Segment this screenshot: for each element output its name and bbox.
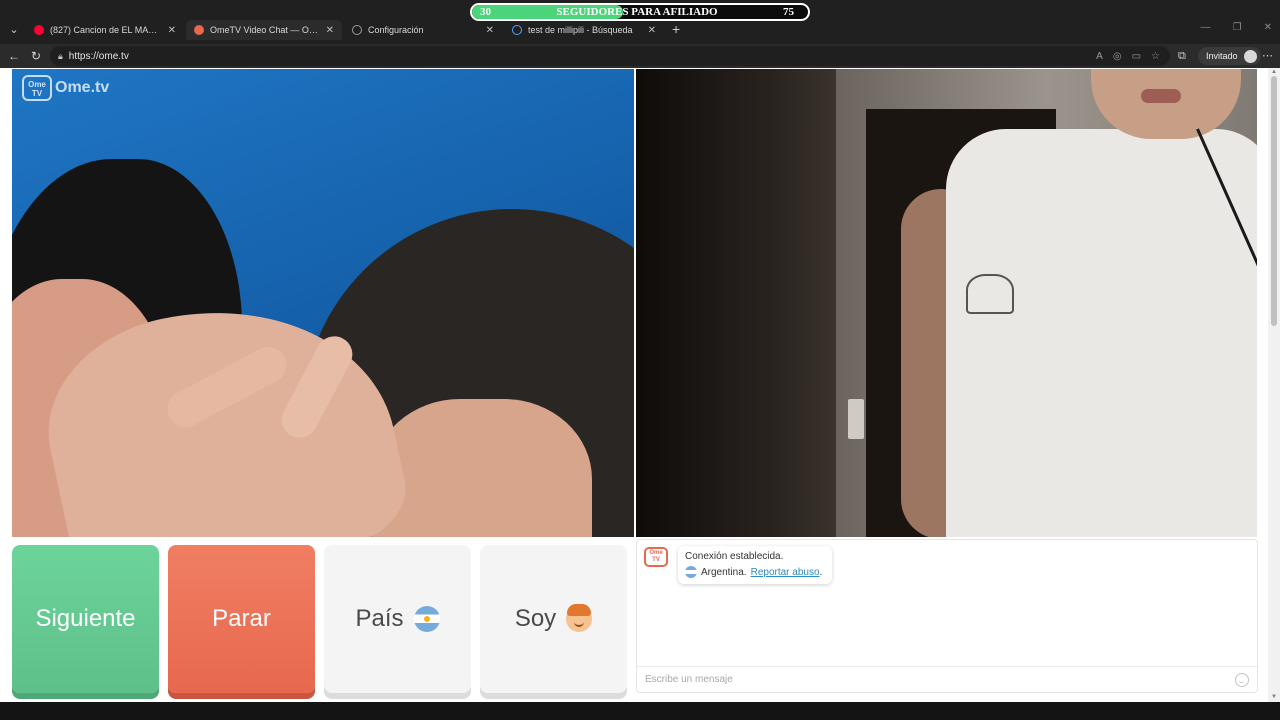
stop-button[interactable]: Parar	[168, 545, 315, 693]
bottom-strip	[0, 702, 1280, 720]
stop-button-label: Parar	[212, 605, 271, 632]
report-abuse-link[interactable]: Reportar abuso	[751, 567, 820, 578]
tab-list-chevron-icon[interactable]: ⌄	[6, 22, 22, 38]
maximize-icon[interactable]: ❐	[1233, 22, 1242, 33]
more-options-icon[interactable]: ⋯	[1262, 49, 1273, 62]
message-input[interactable]	[645, 674, 1235, 685]
new-tab-plus-icon[interactable]: +	[672, 21, 680, 37]
gear-icon	[352, 25, 362, 35]
page-scrollbar[interactable]: ▲ ▼	[1268, 68, 1280, 702]
tab-bar: ⌄ (827) Cancion de EL MARGINAL (C ✕ OmeT…	[0, 0, 1280, 44]
ometv-logo-mark: Ome TV	[22, 75, 52, 101]
self-camera-video	[636, 69, 1257, 537]
tab-label: (827) Cancion de EL MARGINAL (C	[50, 25, 162, 35]
tab-label: OmeTV Video Chat — Omegl	[210, 25, 320, 35]
favorite-star-icon[interactable]: ☆	[1151, 51, 1160, 62]
gender-button-label: Soy	[514, 605, 557, 632]
connection-status: Conexión establecida.	[685, 551, 784, 562]
avatar	[1243, 49, 1257, 63]
emoji-icon[interactable]	[1235, 672, 1249, 687]
stranger-video: Ome TV Ome.tv	[12, 69, 634, 537]
ometv-chat-avatar: Ome TV	[644, 547, 668, 567]
scrollbar-thumb[interactable]	[1271, 76, 1277, 326]
affiliate-label: SEGUIDORES PARA AFILIADO	[556, 6, 718, 18]
next-button[interactable]: Siguiente	[12, 545, 159, 693]
close-icon[interactable]: ✕	[486, 25, 494, 36]
youtube-icon	[34, 25, 44, 35]
system-message: Conexión establecida. Argentina. Reporta…	[678, 546, 832, 584]
message-input-row	[637, 666, 1257, 692]
close-icon[interactable]: ✕	[648, 25, 656, 36]
reload-icon[interactable]: ↻	[31, 48, 41, 64]
tab-search[interactable]: test de millipili - Búsqueda ✕	[504, 20, 664, 40]
country-button-label: País	[355, 605, 404, 632]
scroll-down-icon[interactable]: ▼	[1270, 694, 1278, 700]
ometv-page: Ome TV Ome.tv Siguiente Parar País Soy O…	[0, 68, 1280, 702]
translate-icon[interactable]: A	[1096, 51, 1103, 62]
ometv-logo: Ome TV Ome.tv	[22, 75, 109, 101]
address-toolbar: ← ↻ 🔒︎ https://ome.tv A ◎ ▭ ☆ ⧉ Invitado…	[0, 44, 1280, 68]
lock-icon[interactable]: 🔒︎	[58, 51, 63, 62]
scroll-up-icon[interactable]: ▲	[1270, 69, 1278, 75]
search-icon	[512, 25, 522, 35]
boy-face-icon	[566, 604, 593, 632]
ometv-logo-word: Ome.tv	[55, 79, 110, 96]
address-bar[interactable]: 🔒︎ https://ome.tv A ◎ ▭ ☆	[50, 46, 1170, 66]
country-selector-button[interactable]: País	[324, 545, 471, 693]
url-text: https://ome.tv	[68, 50, 129, 62]
argentina-flag-icon	[413, 606, 440, 632]
back-arrow-icon[interactable]: ←	[8, 48, 20, 64]
partner-country: Argentina.	[701, 566, 747, 578]
tab-label: test de millipili - Búsqueda	[528, 25, 633, 35]
camera-icon[interactable]: ▭	[1132, 51, 1141, 62]
tab-label: Configuración	[368, 25, 424, 35]
report-suffix: .	[819, 566, 823, 578]
close-icon[interactable]: ✕	[168, 25, 176, 36]
window-controls: — ❐ ✕	[1201, 22, 1272, 33]
tab-settings[interactable]: Configuración ✕	[344, 20, 502, 40]
close-window-icon[interactable]: ✕	[1264, 22, 1272, 33]
affiliate-progress-overlay: 30 SEGUIDORES PARA AFILIADO 75	[470, 3, 810, 21]
profile-button[interactable]: Invitado	[1198, 47, 1261, 65]
minimize-icon[interactable]: —	[1201, 22, 1211, 33]
tab-youtube[interactable]: (827) Cancion de EL MARGINAL (C ✕	[26, 20, 184, 40]
affiliate-start: 30	[480, 6, 491, 18]
gender-selector-button[interactable]: Soy	[480, 545, 627, 693]
profile-label: Invitado	[1206, 51, 1238, 61]
affiliate-end: 75	[782, 6, 794, 18]
tab-ometv[interactable]: OmeTV Video Chat — Omegl ✕	[186, 20, 342, 40]
chat-panel: Ome TV Conexión establecida. Argentina. …	[636, 539, 1258, 693]
argentina-flag-icon	[685, 566, 697, 578]
globe-icon[interactable]: ◎	[1113, 51, 1122, 62]
extensions-icon[interactable]: ⧉	[1178, 50, 1186, 63]
recording-icon	[194, 25, 204, 35]
close-icon[interactable]: ✕	[326, 25, 334, 36]
next-button-label: Siguiente	[35, 605, 136, 632]
